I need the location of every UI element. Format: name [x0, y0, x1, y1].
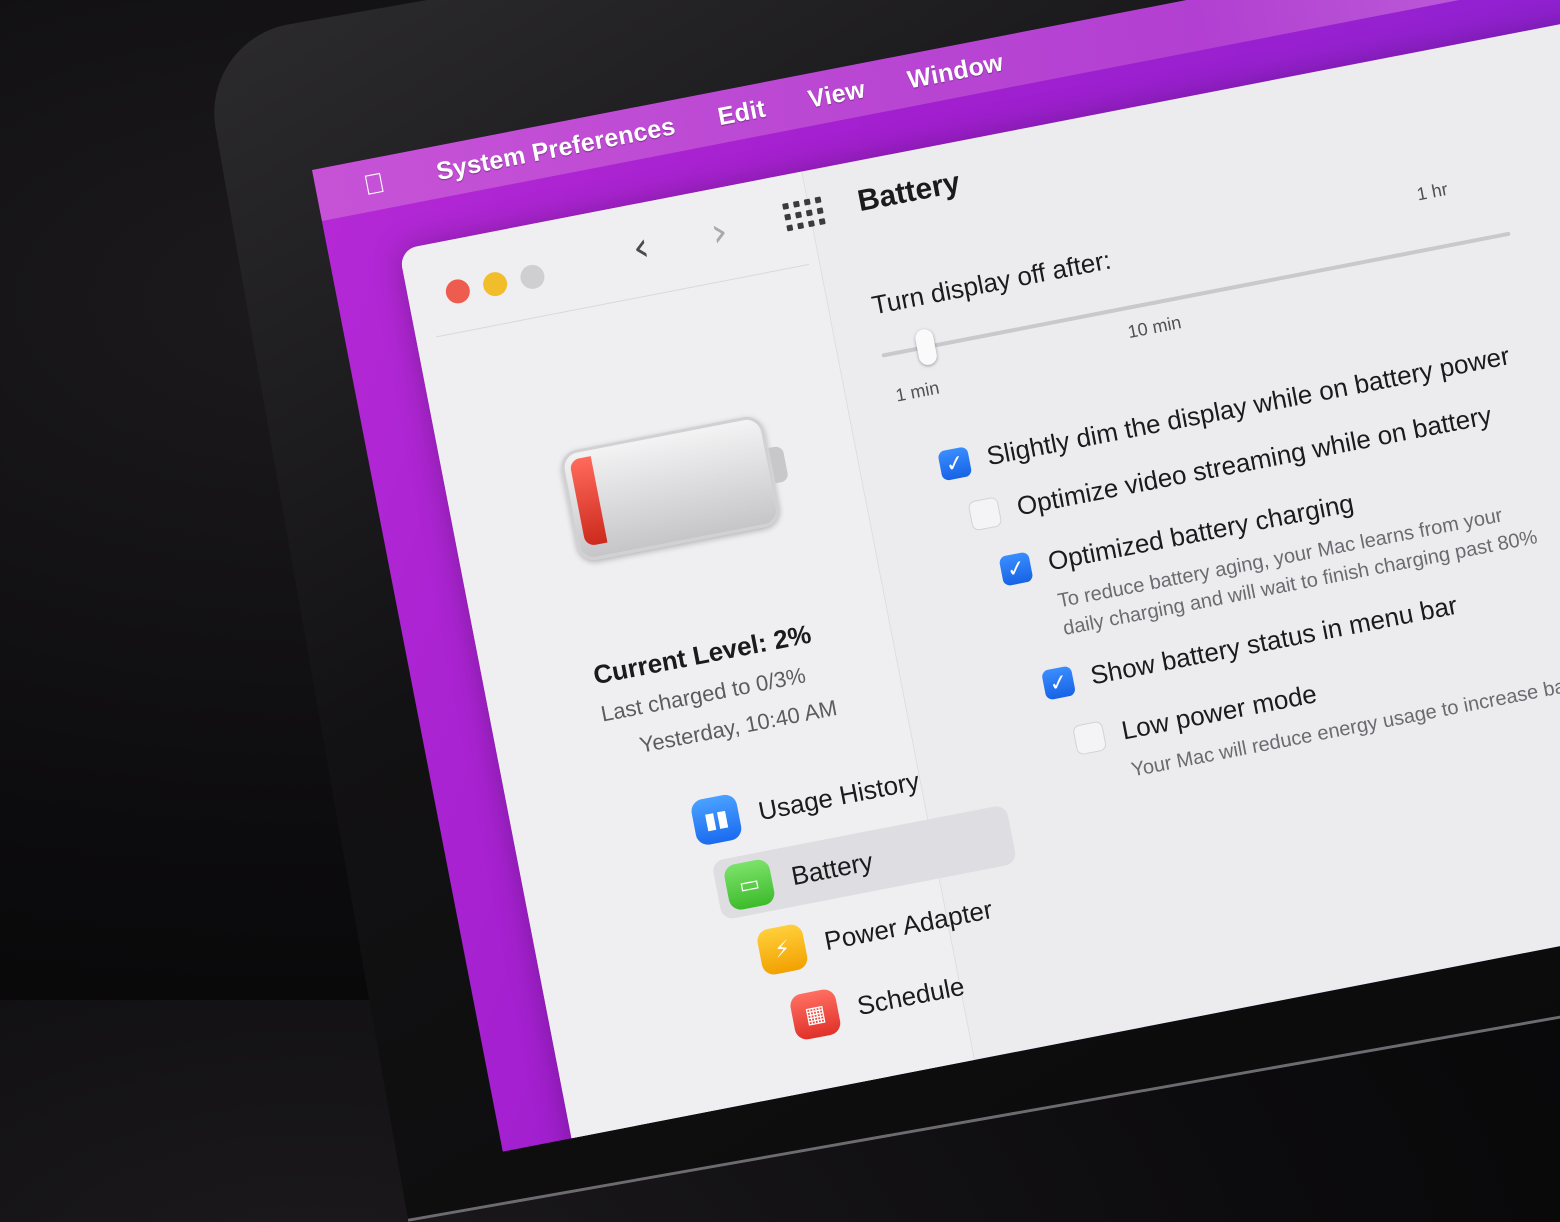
sidebar-item-label: Battery	[788, 845, 876, 891]
sidebar-item-label: Schedule	[854, 970, 967, 1021]
slider-mid-label: 10 min	[1126, 312, 1183, 343]
display-off-label: Turn display off after:	[869, 244, 1114, 321]
checkbox[interactable]	[1071, 719, 1108, 756]
chevron-right-icon[interactable]: ›	[707, 208, 731, 256]
battery-nub	[768, 445, 790, 484]
checkbox[interactable]	[967, 495, 1003, 532]
calendar-icon: ▦	[788, 987, 843, 1042]
battery-fill	[569, 456, 608, 547]
checkbox[interactable]: ✓	[937, 445, 973, 481]
menu-view[interactable]: View	[806, 75, 868, 114]
slider-min-label: 1 min	[893, 377, 941, 406]
chevron-left-icon[interactable]: ‹	[629, 224, 653, 272]
apple-logo-icon[interactable]: 	[361, 166, 396, 201]
checkbox[interactable]: ✓	[998, 550, 1034, 587]
battery-icon: ▭	[722, 857, 777, 912]
slider-thumb[interactable]	[913, 327, 939, 367]
page-title: Battery	[854, 165, 963, 219]
menu-edit[interactable]: Edit	[715, 94, 768, 132]
grid-icon[interactable]	[781, 190, 828, 237]
bolt-icon: ⚡	[755, 922, 810, 977]
battery-level-icon	[558, 413, 790, 564]
sidebar-item-label: Usage History	[755, 765, 922, 826]
screen:  System Preferences Edit View Window Cu…	[312, 0, 1560, 1152]
checkbox[interactable]: ✓	[1040, 664, 1077, 701]
option-show-battery-status: ✓ Show battery status in menu bar	[1040, 590, 1460, 701]
preferences-window: Current Level: 2% Last charged to 0/3% Y…	[398, 0, 1560, 1152]
bar-chart-icon: ▮▮	[689, 792, 744, 847]
menu-window[interactable]: Window	[905, 48, 1006, 95]
slider-max-label: 1 hr	[1415, 178, 1450, 205]
